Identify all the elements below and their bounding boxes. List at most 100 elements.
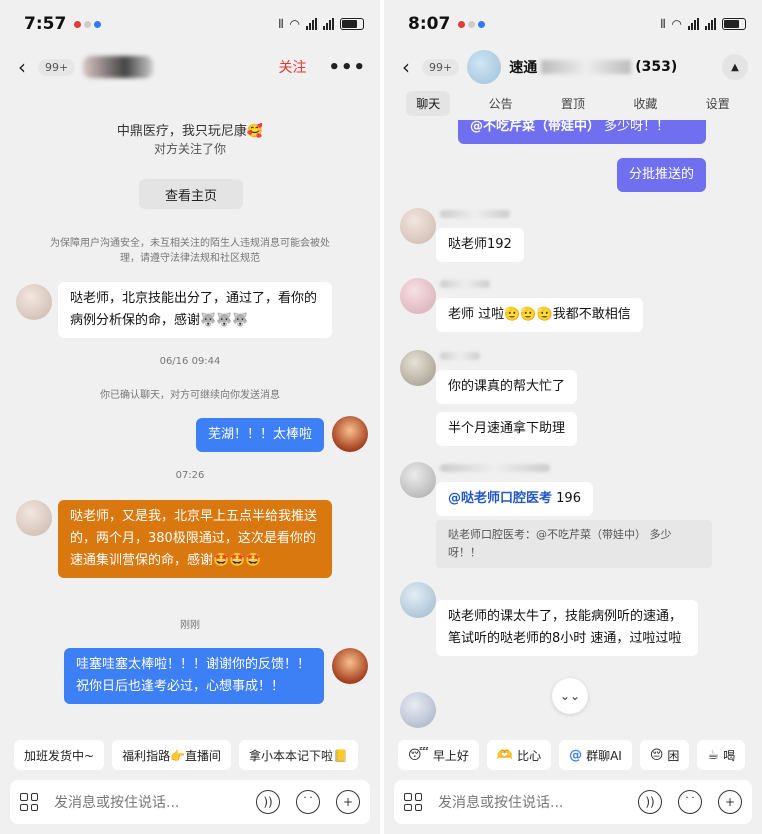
chip-label: 喝: [723, 748, 736, 763]
member-name-blurred: [440, 352, 480, 360]
back-icon[interactable]: ‹: [18, 55, 34, 79]
notification-dots: [74, 20, 102, 28]
follow-notice: 对方关注了你: [153, 142, 226, 156]
tab-settings[interactable]: 设置: [696, 91, 740, 116]
voice-icon[interactable]: )): [256, 790, 280, 814]
quick-reply-chip[interactable]: 福利指路👉直播间: [112, 740, 232, 770]
chip-label: 比心: [517, 748, 542, 763]
coffee-icon: ☕: [707, 747, 720, 763]
battery-icon: [722, 18, 746, 30]
quick-reply-chip[interactable]: 😴 早上好: [398, 740, 479, 770]
apps-grid-icon[interactable]: [404, 793, 422, 811]
status-bar: 8:07 ⫴ ◠: [384, 0, 762, 48]
my-avatar[interactable]: [332, 416, 368, 452]
plus-icon[interactable]: +: [718, 790, 742, 814]
notification-grey-dot-icon: [468, 20, 476, 28]
contact-avatar[interactable]: [16, 284, 52, 320]
notification-dots: [458, 20, 486, 28]
member-name-blurred: [440, 464, 550, 472]
member-avatar[interactable]: [400, 208, 436, 244]
follow-button[interactable]: 关注: [278, 57, 306, 77]
quick-reply-chip[interactable]: 拿小本本记下啦📒: [239, 740, 358, 770]
message-bubble[interactable]: 半个月速通拿下助理: [436, 412, 578, 446]
message-bubble[interactable]: 哒老师，北京技能出分了，通过了，看你的病例分析保的命，感谢🐺🐺🐺: [58, 282, 332, 338]
collapse-icon[interactable]: ▲: [722, 54, 748, 80]
voice-icon[interactable]: )): [638, 790, 662, 814]
message-input[interactable]: 发消息或按住说话...: [438, 792, 563, 812]
message-bubble[interactable]: 哒老师，又是我，北京早上五点半给我推送的，两个月，380极限通过，这次是看你的速…: [58, 500, 332, 578]
member-avatar[interactable]: [400, 278, 436, 314]
contact-name-blurred: [83, 56, 154, 78]
notification-red-dot-icon: [458, 20, 466, 28]
more-icon[interactable]: •••: [328, 57, 366, 78]
signal-icon: [306, 18, 317, 30]
wifi-icon: ◠: [671, 17, 682, 31]
tab-announcement[interactable]: 公告: [479, 91, 523, 116]
quick-reply-chip[interactable]: 加班发货中~: [14, 740, 105, 770]
message-bubble[interactable]: 哇塞哇塞太棒啦！！！谢谢你的反馈！！祝你日后也逢考必过，心想事成！！: [64, 648, 324, 704]
group-tabs: 聊天 公告 置顶 收藏 设置: [384, 88, 762, 118]
plus-icon[interactable]: +: [336, 790, 360, 814]
apps-grid-icon[interactable]: [20, 793, 38, 811]
safety-notice: 为保障用户沟通安全，未互相关注的陌生人违规消息可能会被处理，请遵守法律法规和社区…: [50, 238, 330, 264]
right-screen: 8:07 ⫴ ◠ ‹ 99+ 速通 (353) ▲ 聊天 公告 置顶 收藏 设置…: [384, 0, 762, 834]
system-notice: 你已确认聊天，对方可继续向你发送消息: [100, 390, 280, 401]
quick-reply-chip[interactable]: 🫶 比心: [486, 740, 552, 770]
system-icons: ⫴ ◠: [278, 17, 364, 32]
tab-pinned[interactable]: 置顶: [551, 91, 595, 116]
contact-avatar[interactable]: [16, 500, 52, 536]
timestamp: 06/16 09:44: [159, 356, 221, 367]
member-avatar[interactable]: [400, 462, 436, 498]
my-avatar[interactable]: [332, 648, 368, 684]
message-bubble[interactable]: 分批推送的: [616, 158, 706, 192]
mention[interactable]: @不吃芹菜（带娃中）: [470, 120, 600, 134]
tab-chat[interactable]: 聊天: [406, 90, 451, 116]
quick-replies: 加班发货中~ 福利指路👉直播间 拿小本本记下啦📒: [0, 740, 380, 770]
timestamp: 07:26: [175, 470, 205, 481]
left-screen: 7:57 ⫴ ◠ ‹ 99+ 关注 ••• 中鼎医疗，我只玩尼康🥰 对方关注了你…: [0, 0, 380, 834]
message-text: 196: [552, 491, 581, 506]
message-input[interactable]: 发消息或按住说话...: [54, 792, 179, 812]
message-bubble[interactable]: 哒老师的课太牛了，技能病例听的速通，笔试听的哒老师的8小时 速通，过啦过啦: [436, 600, 698, 656]
notification-blue-dot-icon: [478, 20, 486, 28]
message-list[interactable]: 中鼎医疗，我只玩尼康🥰 对方关注了你 查看主页 为保障用户沟通安全，未互相关注的…: [0, 86, 380, 742]
input-bar: 发消息或按住说话... )) ˙˙ +: [10, 780, 370, 824]
member-name-blurred: [440, 210, 510, 218]
member-avatar[interactable]: [400, 582, 436, 618]
group-avatar[interactable]: [467, 50, 502, 84]
emoji-icon[interactable]: ˙˙: [678, 790, 702, 814]
input-bar: 发消息或按住说话... )) ˙˙ +: [394, 780, 752, 824]
chip-label: 困: [667, 748, 680, 763]
back-icon[interactable]: ‹: [402, 55, 418, 79]
member-name-blurred: [440, 280, 490, 288]
unread-badge: 99+: [422, 58, 460, 76]
message-text: 多少呀！！: [600, 120, 670, 134]
message-bubble[interactable]: @不吃芹菜（带娃中） 多少呀！！: [458, 120, 706, 144]
timestamp: 刚刚: [180, 620, 200, 631]
message-bubble[interactable]: 你的课真的帮大忙了: [436, 370, 578, 404]
notification-grey-dot-icon: [84, 20, 92, 28]
message-list[interactable]: @不吃芹菜（带娃中） 多少呀！！ 分批推送的 哒老师192 老师 过啦🫡🫡🫡我都…: [384, 120, 762, 742]
contact-bio: 中鼎医疗，我只玩尼康🥰: [116, 124, 264, 139]
tab-favorites[interactable]: 收藏: [623, 91, 667, 116]
message-bubble[interactable]: @哒老师口腔医考 196: [436, 482, 593, 516]
quick-reply-chip[interactable]: ☕ 喝: [697, 740, 746, 770]
quick-reply-chip[interactable]: 😔 困: [639, 740, 690, 770]
unread-badge: 99+: [38, 58, 76, 76]
message-bubble[interactable]: 哒老师192: [436, 228, 524, 262]
message-bubble[interactable]: 老师 过啦🫡🫡🫡我都不敢相信: [436, 298, 643, 332]
quick-reply-chip[interactable]: @ 群聊AI: [559, 740, 632, 770]
mention[interactable]: @哒老师口腔医考: [448, 491, 552, 506]
member-avatar[interactable]: [400, 350, 436, 386]
group-name-blurred: [541, 60, 632, 74]
quoted-message[interactable]: 哒老师口腔医考：@不吃芹菜（带娃中） 多少呀！！: [436, 520, 712, 568]
notification-red-dot-icon: [74, 20, 82, 28]
member-avatar[interactable]: [400, 692, 436, 728]
message-bubble[interactable]: 芜湖！！！太棒啦: [195, 418, 324, 452]
heart-hands-icon: 🫶: [496, 747, 514, 763]
emoji-icon[interactable]: ˙˙: [296, 790, 320, 814]
tired-emoji-icon: 😔: [649, 747, 664, 763]
view-profile-button[interactable]: 查看主页: [139, 179, 243, 209]
wifi-icon: ◠: [289, 17, 300, 31]
scroll-to-bottom-icon[interactable]: ⌄⌄: [552, 678, 588, 714]
